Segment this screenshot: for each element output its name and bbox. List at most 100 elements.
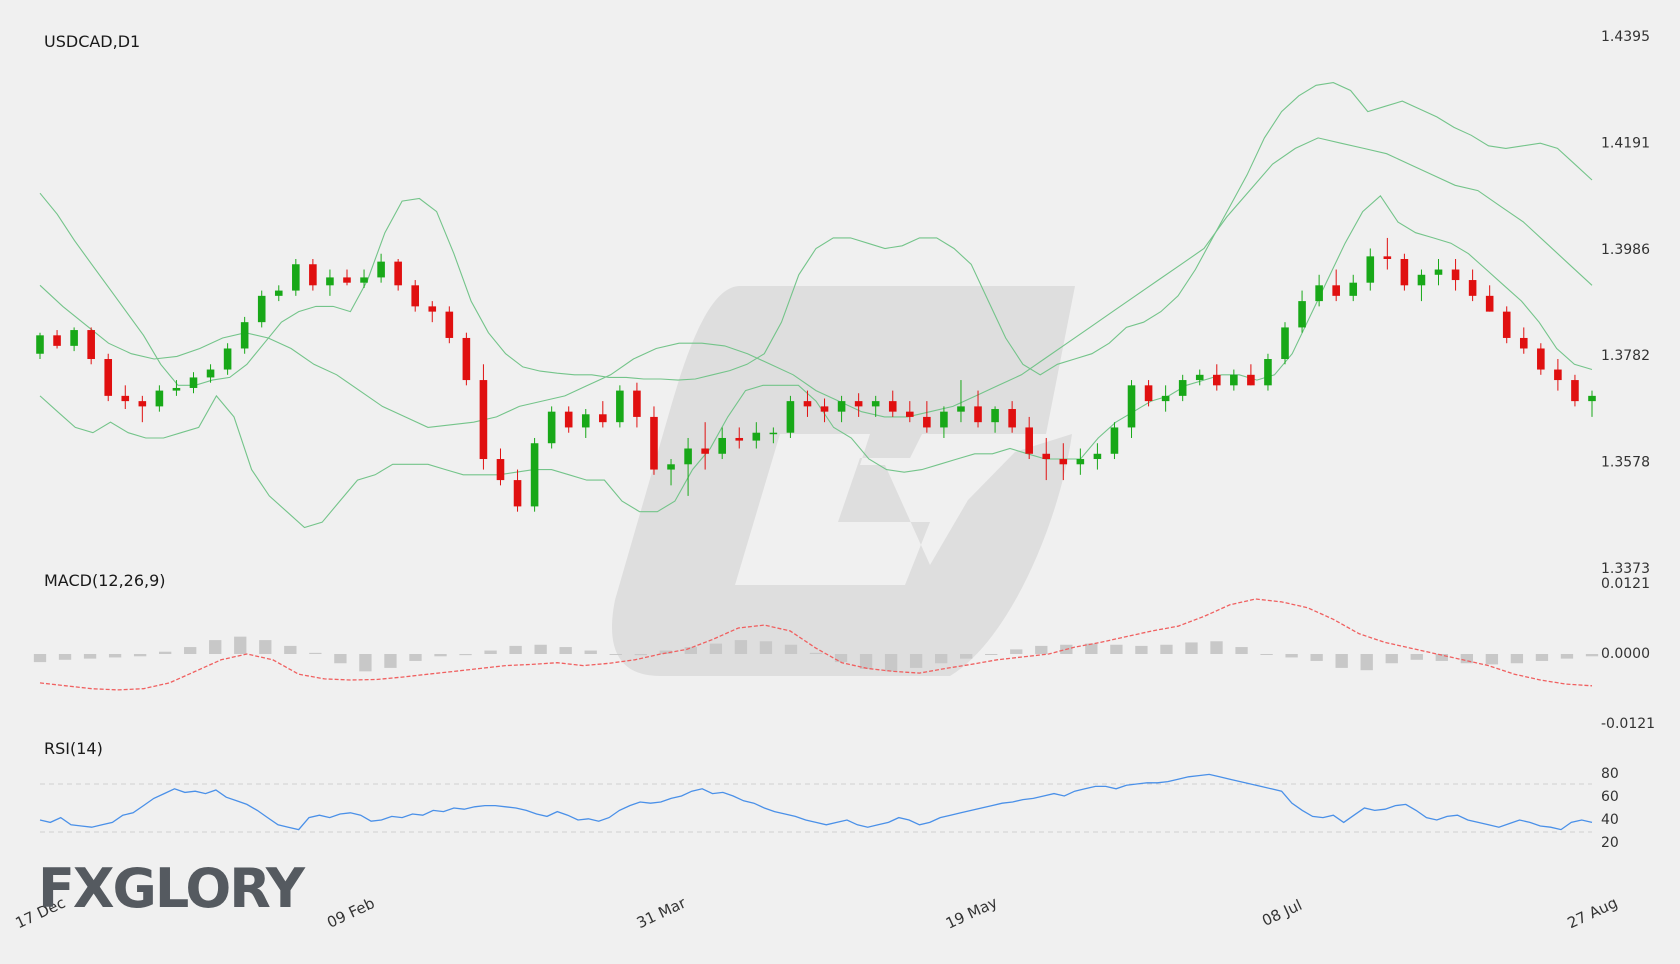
macd-histogram-bar [334,654,347,664]
macd-histogram-bar [784,644,798,654]
candle-body [1264,359,1272,386]
y-tick-label: 1.3782 [1601,348,1650,364]
candle-body [292,264,300,291]
macd-histogram-bar [709,643,723,654]
candle-body [240,322,249,349]
candle-body [479,380,488,460]
candle-body [1247,374,1255,386]
rsi-panel-title: RSI(14) [44,739,103,758]
brand-logo: FXGLORY [38,862,305,916]
macd-histogram-bar [1135,645,1148,654]
candle-body [684,448,692,465]
candle-body [701,448,709,454]
macd-histogram-bar [584,650,597,654]
candle-body [496,459,505,481]
candle-body [974,406,982,423]
candle-body [53,335,61,346]
candle-body [888,401,897,412]
candle-body [1008,409,1016,428]
macd-histogram-bar [459,654,472,656]
price-panel-title: USDCAD,D1 [44,32,141,51]
candle-body [121,395,130,402]
candle-body [138,401,147,407]
macd-histogram-bar [1285,654,1298,658]
candle-body [1417,274,1426,286]
candle-body [820,406,829,412]
macd-histogram-bar [1585,654,1599,657]
candle-body [752,432,761,441]
x-tick-label: 19 May [943,893,1000,933]
macd-histogram-bar [1210,641,1223,654]
candle-body [871,401,880,407]
candle-body [155,390,164,407]
candle-body [957,406,965,412]
candle-body [223,348,232,370]
candle-body [940,411,948,428]
candle-body [104,359,113,396]
macd-panel-title: MACD(12,26,9) [44,571,166,590]
candle-body [1076,459,1085,465]
macd-histogram-bar [985,654,998,655]
candle-body [547,411,556,444]
macd-histogram-bar [359,654,372,672]
candle-body [1451,269,1460,281]
macd-histogram-bar [184,647,197,654]
candle-body [991,409,999,423]
candle-body [326,277,334,286]
candle-body [274,290,283,296]
macd-histogram-bar [960,654,973,659]
macd-histogram-bar [1235,647,1248,654]
candle-body [1195,374,1204,381]
candle-body [360,277,368,283]
candle-body [343,277,351,283]
candle-body [1349,282,1358,296]
macd-histogram-bar [909,654,923,668]
x-tick-label: 27 Aug [1565,894,1621,933]
y-tick-label: 1.4191 [1601,135,1650,151]
candle-body [513,480,522,507]
candle-body [769,432,778,435]
macd-histogram-bar [434,654,447,657]
macd-histogram-bar [1510,654,1524,664]
candle-body [923,416,931,428]
y-tick-label: 1.3578 [1601,455,1650,471]
macd-histogram-bar [284,645,297,654]
candle-body [1315,285,1323,302]
candle-body [1468,280,1477,296]
candle-body [1485,295,1494,312]
macd-histogram-bar [209,640,222,654]
y-tick-label: 20 [1601,835,1619,851]
candle-body [394,261,402,286]
candle-body [87,330,95,360]
candle-body [1093,453,1102,460]
macd-histogram-bar [834,654,848,663]
macd-histogram-bar [259,640,272,654]
macd-histogram-bar [133,654,147,657]
x-tick-label: 08 Jul [1259,896,1305,930]
chart-root: 1.4395 1.4191 1.3986 1.3782 1.3578 1.3373 0.01… [0,0,1680,960]
candle-body [172,387,181,391]
macd-histogram-bar [384,654,397,668]
candle-body [1571,380,1579,402]
macd-histogram-bar [1110,644,1123,654]
candle-body [718,437,726,454]
candle-body [309,264,317,286]
candle-body [1434,269,1443,275]
macd-histogram-bar [859,654,873,670]
macd-histogram-bar [734,640,748,654]
macd-histogram-bar [484,650,497,654]
candle-body [1554,369,1562,381]
candle-body [1178,380,1187,396]
macd-histogram-bar [634,654,647,656]
macd-histogram-bar [1010,649,1023,654]
macd-histogram-bar [684,647,697,654]
macd-histogram-bar [1385,654,1398,664]
y-tick-label: 0.0121 [1601,576,1650,592]
y-tick-label: 1.3373 [1601,561,1650,577]
macd-histogram-bar [1560,654,1574,659]
candle-body [1230,374,1238,386]
x-tick-label: 09 Feb [324,894,377,932]
macd-histogram-bar [1085,643,1098,654]
macd-histogram-bar [1535,654,1549,661]
candle-body [189,377,198,388]
